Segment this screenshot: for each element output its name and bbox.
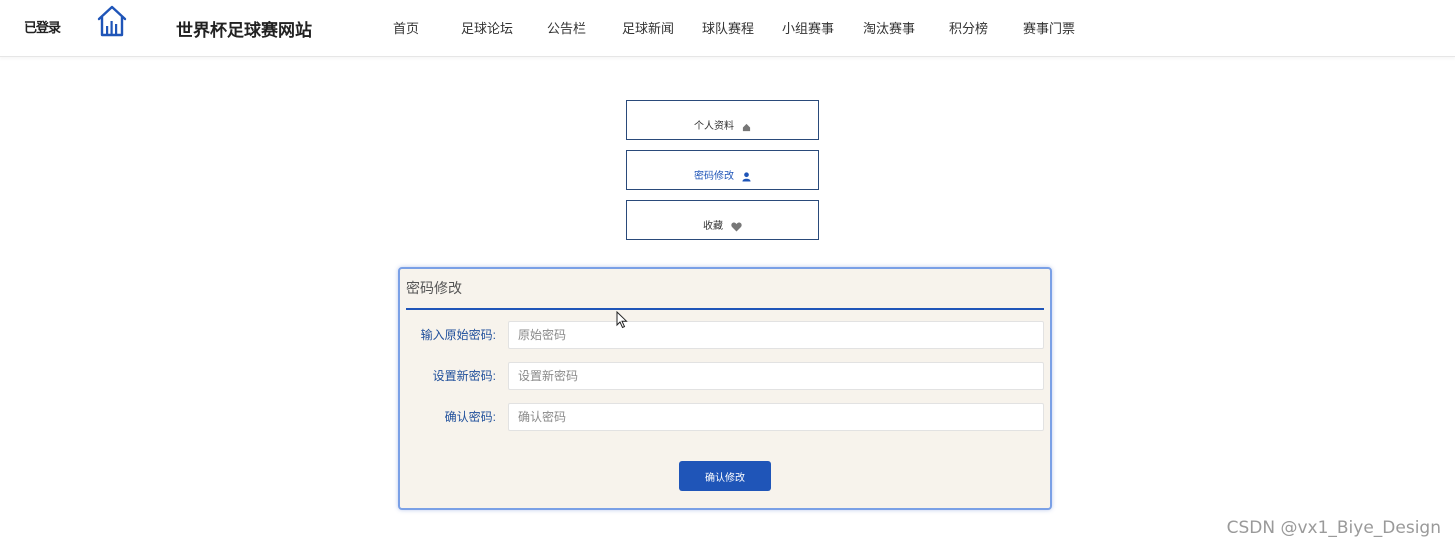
heart-icon — [731, 222, 742, 232]
nav-home[interactable]: 首页 — [393, 18, 419, 37]
home-small-icon — [742, 123, 751, 132]
nav-forum[interactable]: 足球论坛 — [461, 18, 513, 37]
mouse-cursor-icon — [616, 311, 628, 329]
title-divider — [406, 308, 1044, 310]
confirm-change-button[interactable]: 确认修改 — [679, 461, 771, 491]
top-header: 已登录 世界杯足球赛网站 首页 足球论坛 公告栏 足球新闻 球队赛程 小组赛事 … — [0, 0, 1455, 57]
confirm-password-input[interactable] — [508, 403, 1044, 431]
menu-profile-label: 个人资料 — [694, 121, 734, 132]
site-title: 世界杯足球赛网站 — [176, 21, 312, 40]
nav-group-stage[interactable]: 小组赛事 — [782, 18, 834, 37]
old-password-input[interactable] — [508, 321, 1044, 349]
nav-knockout[interactable]: 淘汰赛事 — [863, 18, 915, 37]
panel-title: 密码修改 — [406, 280, 462, 296]
watermark: CSDN @vx1_Biye_Design — [1226, 518, 1441, 538]
nav-notice[interactable]: 公告栏 — [547, 18, 586, 37]
new-password-label: 设置新密码: — [432, 369, 496, 383]
nav-schedule[interactable]: 球队赛程 — [702, 18, 754, 37]
old-password-label: 输入原始密码: — [420, 328, 496, 342]
password-form-panel: 密码修改 输入原始密码: 设置新密码: 确认密码: 确认修改 — [398, 267, 1052, 510]
nav-standings[interactable]: 积分榜 — [949, 18, 988, 37]
menu-favorites-label: 收藏 — [703, 221, 723, 232]
menu-favorites[interactable]: 收藏 — [626, 200, 819, 240]
menu-password[interactable]: 密码修改 — [626, 150, 819, 190]
nav-news[interactable]: 足球新闻 — [622, 18, 674, 37]
user-icon — [742, 172, 751, 182]
login-status: 已登录 — [24, 20, 61, 35]
new-password-input[interactable] — [508, 362, 1044, 390]
nav-tickets[interactable]: 赛事门票 — [1023, 18, 1075, 37]
home-icon[interactable] — [96, 4, 128, 38]
menu-profile[interactable]: 个人资料 — [626, 100, 819, 140]
menu-password-label: 密码修改 — [694, 171, 734, 182]
confirm-password-label: 确认密码: — [444, 410, 496, 424]
